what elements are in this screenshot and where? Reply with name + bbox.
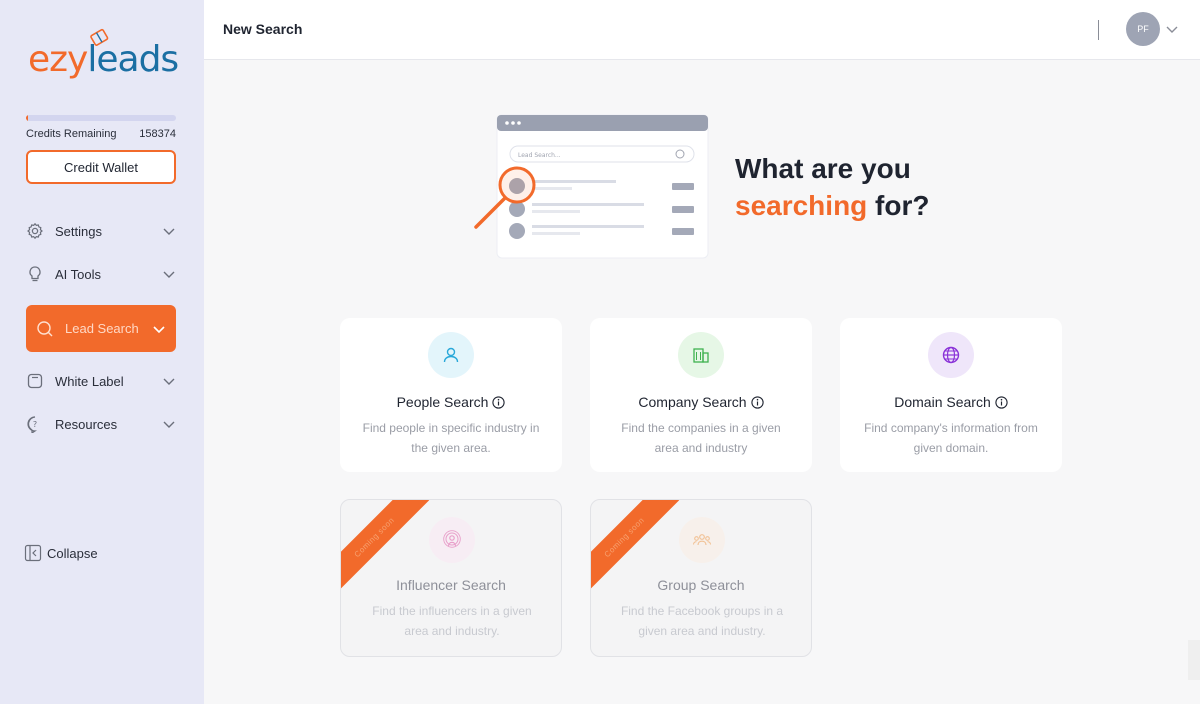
sidebar-item-white-label[interactable]: White Label: [26, 366, 176, 396]
card-title: Company Search: [590, 394, 812, 410]
sidebar-item-lead-search[interactable]: Lead Search: [26, 305, 176, 352]
card-description: Find the companies in a given area and i…: [621, 421, 781, 455]
credit-wallet-button[interactable]: Credit Wallet: [26, 150, 176, 184]
ezyleads-logo[interactable]: ezyleads: [28, 26, 179, 84]
lightbulb-icon: [26, 265, 44, 283]
card-title-text: People Search: [396, 394, 489, 410]
logo-wordmark: ezyleads: [28, 39, 179, 80]
credits-remaining-value: 158374: [139, 128, 176, 140]
gear-icon: [26, 222, 44, 240]
info-icon[interactable]: [492, 395, 506, 409]
info-icon[interactable]: [995, 395, 1008, 409]
info-icon[interactable]: [750, 395, 764, 409]
credits-progress-bar: [26, 115, 176, 121]
card-title: Domain Search: [840, 394, 1062, 410]
influencer-search-card: Coming soon Influencer Search Find the i…: [340, 499, 562, 657]
sidebar-item-resources[interactable]: ? Resources: [26, 409, 176, 439]
sidebar-item-label: AI Tools: [55, 266, 102, 282]
globe-icon: [928, 332, 974, 378]
group-search-card: Coming soon Group Search Find the Facebo…: [590, 499, 812, 657]
chevron-down-icon: [162, 267, 176, 281]
hero-heading: What are you searching for?: [735, 150, 930, 224]
search-illustration: Lead Search...: [474, 114, 709, 259]
card-title: Group Search: [591, 577, 811, 593]
tag-icon: [26, 372, 44, 390]
domain-search-card[interactable]: Domain Search Find company's information…: [840, 318, 1062, 472]
credits-remaining-label: Credits Remaining: [26, 128, 117, 140]
card-description: Find company's information from given do…: [864, 421, 1038, 455]
avatar[interactable]: PF: [1126, 12, 1160, 46]
sidebar-item-label: White Label: [55, 373, 124, 389]
card-title: People Search: [340, 394, 562, 410]
card-title: Influencer Search: [341, 577, 561, 593]
top-header: New Search PF: [204, 0, 1200, 60]
sidebar-item-ai-tools[interactable]: AI Tools: [26, 259, 176, 289]
card-description: Find the Facebook groups in a given area…: [620, 604, 784, 638]
header-divider: [1098, 20, 1099, 40]
chevron-down-icon: [152, 322, 166, 336]
card-title-text: Group Search: [657, 577, 745, 593]
sidebar-item-label: Lead Search: [65, 321, 139, 336]
hero-line-2: searching for?: [735, 187, 930, 224]
sidebar-item-label: Settings: [55, 223, 102, 239]
card-title-text: Domain Search: [894, 394, 991, 410]
card-description: Find people in specific industry in the …: [362, 421, 540, 455]
collapse-icon: [24, 544, 42, 562]
page-title: New Search: [223, 21, 303, 37]
credits-progress-fill: [26, 115, 28, 121]
collapse-label: Collapse: [47, 545, 98, 561]
company-search-card[interactable]: Company Search Find the companies in a g…: [590, 318, 812, 472]
group-icon: [679, 517, 725, 563]
card-description: Find the influencers in a given area and…: [372, 604, 532, 638]
influencer-icon: [429, 517, 475, 563]
sidebar-item-settings[interactable]: Settings: [26, 216, 176, 246]
chevron-down-icon[interactable]: [1165, 22, 1179, 36]
collapse-button[interactable]: Collapse: [24, 544, 98, 562]
people-search-card[interactable]: People Search Find people in specific in…: [340, 318, 562, 472]
chevron-down-icon: [162, 224, 176, 238]
search-icon: [36, 320, 54, 338]
svg-text:?: ?: [33, 420, 37, 429]
illustration-search-placeholder: Lead Search...: [518, 152, 561, 159]
card-title-text: Company Search: [638, 394, 747, 410]
chevron-down-icon: [162, 417, 176, 431]
person-icon: [428, 332, 474, 378]
sidebar-item-label: Resources: [55, 416, 118, 432]
scrollbar[interactable]: [1188, 640, 1200, 680]
hero-line-1: What are you: [735, 153, 911, 184]
help-icon: ?: [26, 415, 44, 433]
hero-accent-word: searching: [735, 190, 868, 221]
chevron-down-icon: [162, 374, 176, 388]
card-title-text: Influencer Search: [396, 577, 506, 593]
building-icon: [678, 332, 724, 378]
sidebar: ezyleads Credits Remaining 158374 Credit…: [0, 0, 204, 704]
hero-line-2-rest: for?: [867, 190, 930, 221]
